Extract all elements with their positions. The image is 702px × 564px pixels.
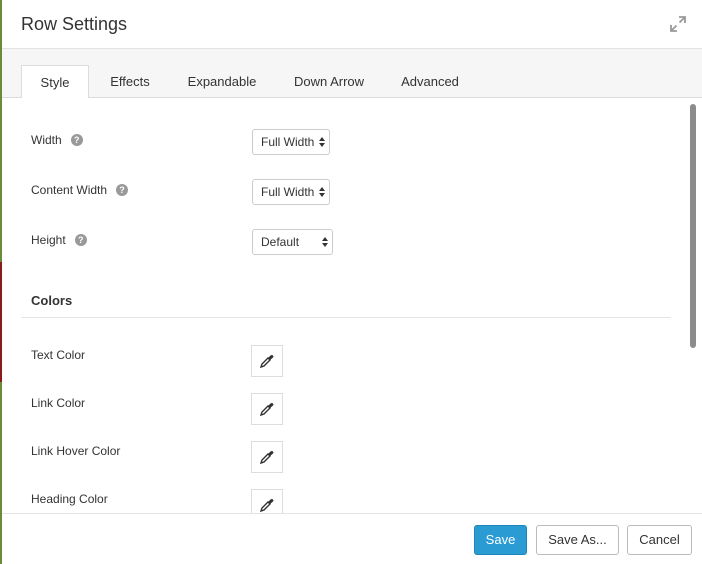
expand-arrows-icon[interactable] bbox=[669, 15, 687, 33]
link-hover-color-label: Link Hover Color bbox=[31, 444, 121, 458]
dialog-header: Row Settings bbox=[2, 0, 702, 49]
section-divider bbox=[21, 317, 671, 318]
link-color-label: Link Color bbox=[31, 396, 86, 410]
save-button[interactable]: Save bbox=[474, 525, 527, 555]
row-settings-dialog: Row Settings Style Effects Expandable Do… bbox=[2, 0, 702, 564]
select-arrows-icon bbox=[319, 137, 325, 147]
help-icon[interactable]: ? bbox=[116, 183, 129, 196]
width-label: Width? bbox=[31, 133, 83, 147]
colors-section-title: Colors bbox=[31, 293, 73, 308]
text-color-label: Text Color bbox=[31, 348, 86, 362]
settings-content: Width? Full Width Content Width? Full Wi… bbox=[2, 98, 702, 513]
content-width-select[interactable]: Full Width bbox=[252, 179, 330, 205]
text-color-picker-button[interactable] bbox=[251, 345, 283, 377]
eyedropper-icon bbox=[259, 451, 274, 465]
height-select[interactable]: Default bbox=[252, 229, 333, 255]
heading-color-picker-button[interactable] bbox=[251, 489, 283, 513]
tab-expandable[interactable]: Expandable bbox=[180, 65, 264, 98]
eyedropper-icon bbox=[259, 355, 274, 369]
width-select[interactable]: Full Width bbox=[252, 129, 330, 155]
help-icon[interactable]: ? bbox=[74, 233, 87, 246]
save-as-button[interactable]: Save As... bbox=[536, 525, 619, 555]
content-width-label-text: Content Width bbox=[31, 183, 108, 197]
tab-advanced[interactable]: Advanced bbox=[394, 65, 466, 98]
select-arrows-icon bbox=[322, 237, 328, 247]
link-hover-color-picker-button[interactable] bbox=[251, 441, 283, 473]
tab-effects[interactable]: Effects bbox=[100, 65, 160, 98]
content-width-select-value: Full Width bbox=[261, 185, 315, 199]
link-color-picker-button[interactable] bbox=[251, 393, 283, 425]
dialog-footer: Save Save As... Cancel bbox=[2, 513, 702, 564]
eyedropper-icon bbox=[259, 499, 274, 513]
scrollbar-thumb[interactable] bbox=[690, 104, 696, 348]
content-width-label: Content Width? bbox=[31, 183, 129, 197]
width-select-value: Full Width bbox=[261, 135, 315, 149]
height-label-text: Height bbox=[31, 233, 66, 247]
dialog-title: Row Settings bbox=[21, 14, 128, 34]
help-icon[interactable]: ? bbox=[70, 133, 83, 146]
heading-color-label: Heading Color bbox=[31, 492, 108, 506]
tab-down-arrow[interactable]: Down Arrow bbox=[284, 65, 374, 98]
width-label-text: Width bbox=[31, 133, 62, 147]
eyedropper-icon bbox=[259, 403, 274, 417]
cancel-button[interactable]: Cancel bbox=[627, 525, 692, 555]
tab-style[interactable]: Style bbox=[21, 65, 89, 99]
height-select-value: Default bbox=[261, 235, 300, 249]
tab-bar: Style Effects Expandable Down Arrow Adva… bbox=[2, 49, 702, 99]
select-arrows-icon bbox=[319, 187, 325, 197]
height-label: Height? bbox=[31, 233, 87, 247]
